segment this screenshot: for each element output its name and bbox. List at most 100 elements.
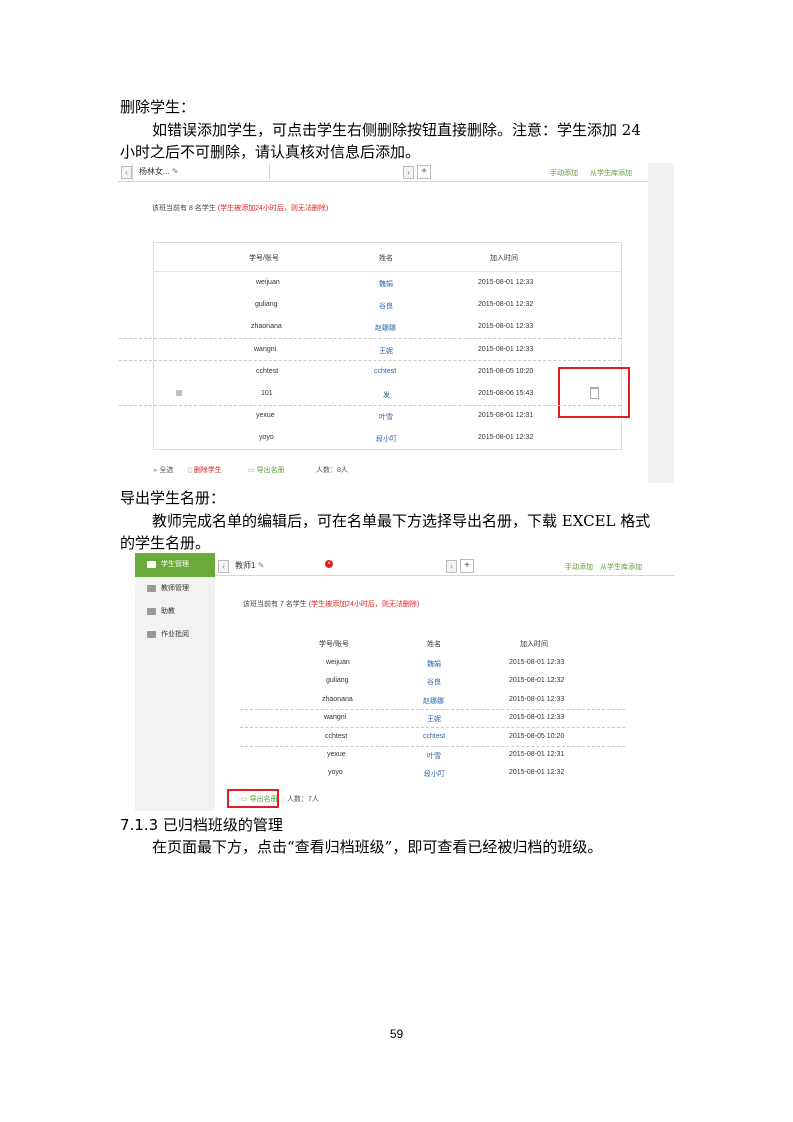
tab-class[interactable]: 教师1 ✎: [229, 557, 331, 575]
trash-icon: ▯: [188, 467, 192, 474]
paragraph-archived: 在页面最下方，点击“查看归档班级”，即可查看已经被归档的班级。: [152, 838, 603, 856]
table-row-time: 2015-08-01 12:31: [509, 751, 565, 758]
add-tab-button[interactable]: +: [417, 165, 431, 179]
sidebar-item-teachers[interactable]: 教师管理: [135, 577, 215, 601]
add-from-library-link[interactable]: 从学生库添加: [590, 168, 632, 178]
table-row-time: 2015-08-01 12:33: [509, 659, 565, 666]
sidebar-item-assistants[interactable]: 助教: [135, 600, 215, 624]
table-row-name[interactable]: 发: [383, 390, 390, 400]
student-count-hint: 该班当前有 7 名学生 (学生被添加24小时后，则无法删除): [243, 599, 419, 609]
tab-prev-button[interactable]: ‹: [218, 560, 229, 573]
table-row-time: 2015-08-01 12:31: [478, 412, 534, 419]
sidebar-item-label: 学生管理: [161, 561, 189, 568]
table-row-id: weijuan: [326, 659, 350, 666]
table-row-name[interactable]: 赵娜娜: [423, 696, 444, 706]
sidebar-item-students[interactable]: 学生管理: [135, 553, 215, 577]
trash-icon[interactable]: [590, 387, 599, 399]
tab-next-button[interactable]: ›: [446, 560, 457, 573]
assistants-icon: [147, 607, 156, 615]
table-row-id: wangni: [254, 346, 277, 353]
export-roster-button[interactable]: ▭ 导出名册: [248, 465, 285, 475]
table-row-name[interactable]: cchtest: [374, 368, 396, 375]
sidebar-item-label: 教师管理: [161, 585, 189, 592]
table-row-name[interactable]: 段小叮: [424, 769, 445, 779]
close-icon[interactable]: ×: [325, 560, 333, 568]
paragraph-delete-line-1: 如错误添加学生，可点击学生右侧删除按钮直接删除。注意：学生添加 24: [152, 121, 641, 139]
tab-next-button[interactable]: ›: [403, 166, 414, 179]
table-row-name[interactable]: 叶雪: [379, 412, 393, 422]
table-row-name[interactable]: 谷良: [379, 301, 393, 311]
table-row-time: 2015-08-01 12:33: [478, 279, 534, 286]
header-divider: [154, 271, 621, 272]
table-row-time: 2015-08-01 12:33: [478, 346, 534, 353]
table-row-id: wangni: [324, 714, 347, 721]
manual-add-link[interactable]: 手动添加: [550, 168, 578, 178]
table-row-name[interactable]: 谷良: [427, 677, 441, 687]
delete-students-label: 删除学生: [193, 467, 222, 474]
hint-warning-text: (学生被添加24小时后，则无法删除): [217, 205, 329, 212]
table-row-name[interactable]: cchtest: [423, 733, 445, 740]
tab-prev-button[interactable]: ‹: [121, 166, 132, 179]
table-row-id: yoyo: [259, 434, 274, 441]
export-icon: ▭: [241, 796, 248, 803]
student-count-label: 人数：7人: [287, 796, 319, 803]
row-divider: [240, 746, 625, 747]
grading-icon: [147, 630, 156, 638]
roster-screenshot-delete: ‹ 杨林女... ✎ › + 手动添加 从学生库添加 该班当前有 8 名学生 (…: [118, 163, 674, 483]
table-row-name[interactable]: 王妮: [427, 714, 441, 724]
export-roster-button[interactable]: ▭ 导出名册: [241, 794, 278, 804]
column-header-name: 姓名: [427, 641, 441, 648]
table-row-id: zhaonana: [322, 696, 353, 703]
column-header-id: 学号/账号: [319, 641, 349, 648]
row-divider: [119, 405, 621, 406]
row-divider: [119, 360, 621, 361]
class-tab-bar: ‹ 教师1 ✎ × › + 手动添加 从学生库添加: [215, 557, 674, 576]
table-row-time: 2015-08-06 15:43: [478, 390, 534, 397]
edit-pencil-icon[interactable]: ✎: [172, 167, 179, 176]
table-row-time: 2015-08-01 12:32: [478, 301, 534, 308]
student-table: 学号/账号 姓名 加入时间 weijuan 魏娟 2015-08-01 12:3…: [119, 242, 630, 450]
student-count-hint: 该班当前有 8 名学生 (学生被添加24小时后，则无法删除): [152, 203, 328, 213]
delete-students-button[interactable]: ▯ 删除学生: [188, 465, 222, 475]
table-row-id: yoyo: [328, 769, 343, 776]
paragraph-delete-line-2: 小时之后不可删除，请认真核对信息后添加。: [120, 143, 421, 161]
row-divider: [240, 727, 625, 728]
table-row-id: guliang: [326, 677, 349, 684]
export-roster-label: 导出名册: [256, 467, 285, 474]
table-row-id: zhaonana: [251, 323, 282, 330]
column-header-name: 姓名: [379, 255, 393, 262]
tab-class[interactable]: 杨林女... ✎: [132, 163, 270, 181]
sidebar-item-label: 作业批阅: [161, 631, 189, 638]
hint-count-text: 该班当前有 7 名学生: [243, 601, 307, 608]
row-checkbox[interactable]: [176, 390, 182, 396]
column-header-id: 学号/账号: [249, 255, 279, 262]
row-divider: [119, 338, 621, 339]
tab-class-label: 杨林女...: [139, 167, 170, 176]
table-row-id: cchtest: [256, 368, 279, 375]
table-row-name[interactable]: 魏娟: [427, 659, 441, 669]
select-all-label: 全选: [159, 467, 174, 474]
paragraph-export-line-2: 的学生名册。: [120, 534, 211, 552]
table-row-id: yexue: [256, 412, 275, 419]
export-icon: ▭: [248, 467, 255, 474]
table-row-name[interactable]: 赵娜娜: [375, 323, 396, 333]
row-divider: [240, 709, 625, 710]
table-row-time: 2015-08-05 10:20: [478, 368, 534, 375]
table-row-name[interactable]: 叶雪: [427, 751, 441, 761]
sidebar-item-grading[interactable]: 作业批阅: [135, 623, 215, 647]
add-from-library-link[interactable]: 从学生库添加: [600, 562, 642, 572]
page-number: 59: [389, 1027, 404, 1041]
manual-add-link[interactable]: 手动添加: [565, 562, 593, 572]
hint-warning-text: (学生被添加24小时后，则无法删除): [308, 601, 420, 608]
table-row-time: 2015-08-01 12:32: [509, 769, 565, 776]
export-roster-label: 导出名册: [249, 796, 278, 803]
scrollbar[interactable]: [648, 163, 674, 483]
column-header-time: 加入时间: [490, 255, 518, 262]
table-row-name[interactable]: 王妮: [379, 346, 393, 356]
add-tab-button[interactable]: +: [460, 559, 474, 573]
edit-pencil-icon[interactable]: ✎: [258, 561, 265, 570]
table-row-name[interactable]: 魏娟: [379, 279, 393, 289]
table-row-time: 2015-08-05 10:20: [509, 733, 565, 740]
table-row-name[interactable]: 段小叮: [376, 434, 397, 444]
select-all-control[interactable]: ▸ 全选: [154, 465, 173, 475]
